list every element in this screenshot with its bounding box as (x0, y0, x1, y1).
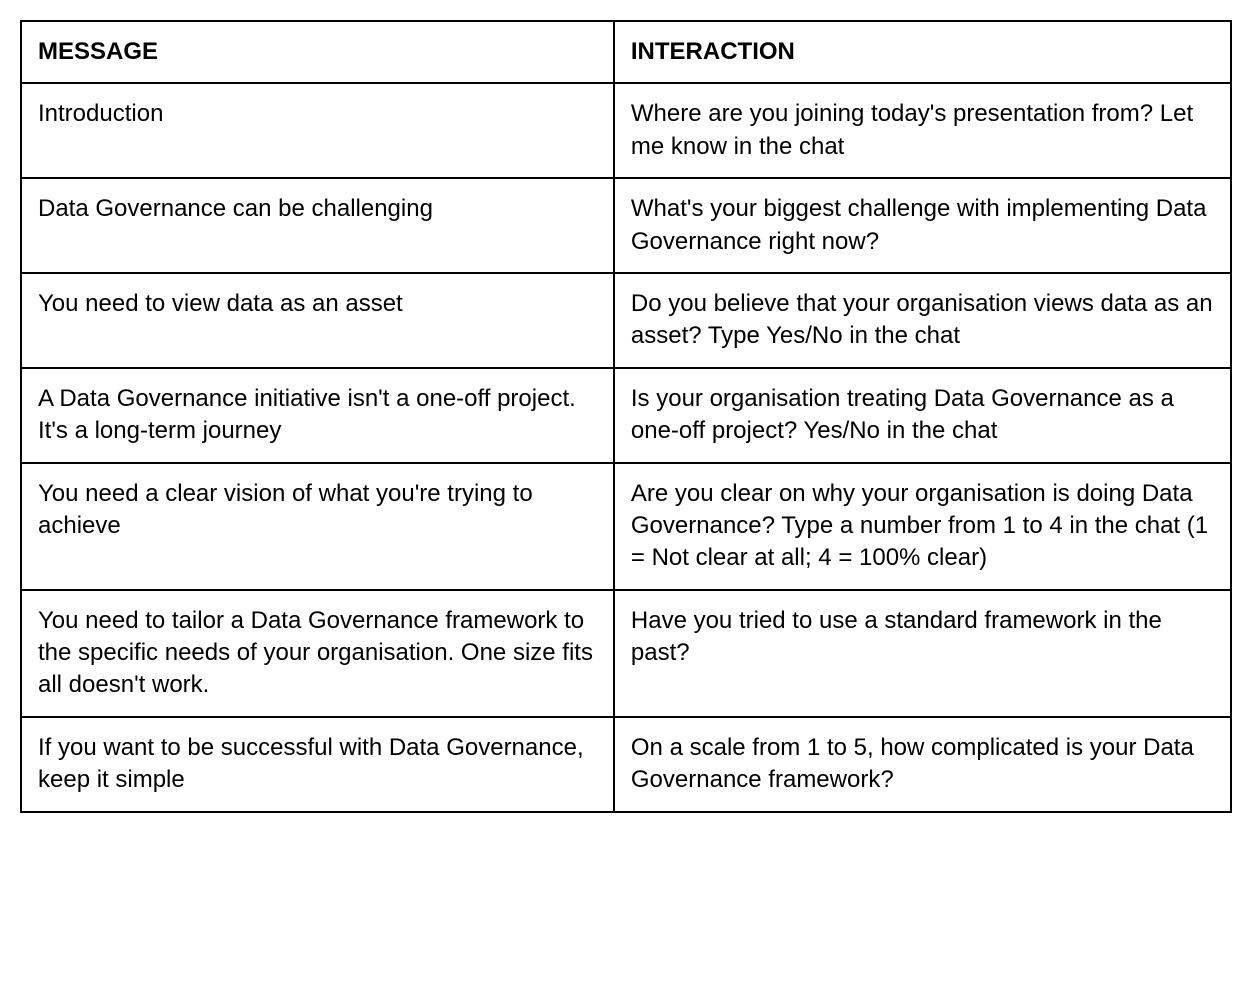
table-row: You need to tailor a Data Governance fra… (21, 590, 1231, 717)
table-row: A Data Governance initiative isn't a one… (21, 368, 1231, 463)
header-message: MESSAGE (21, 21, 614, 83)
cell-message: Data Governance can be challenging (21, 178, 614, 273)
table-row: Introduction Where are you joining today… (21, 83, 1231, 178)
cell-interaction: What's your biggest challenge with imple… (614, 178, 1231, 273)
cell-interaction: On a scale from 1 to 5, how complicated … (614, 717, 1231, 812)
cell-interaction: Do you believe that your organisation vi… (614, 273, 1231, 368)
cell-message: You need to view data as an asset (21, 273, 614, 368)
cell-interaction: Have you tried to use a standard framewo… (614, 590, 1231, 717)
table-row: Data Governance can be challenging What'… (21, 178, 1231, 273)
table-row: You need a clear vision of what you're t… (21, 463, 1231, 590)
cell-message: Introduction (21, 83, 614, 178)
cell-interaction: Are you clear on why your organisation i… (614, 463, 1231, 590)
cell-message: A Data Governance initiative isn't a one… (21, 368, 614, 463)
header-interaction: INTERACTION (614, 21, 1231, 83)
message-interaction-table: MESSAGE INTERACTION Introduction Where a… (20, 20, 1232, 813)
cell-message: If you want to be successful with Data G… (21, 717, 614, 812)
table-row: You need to view data as an asset Do you… (21, 273, 1231, 368)
cell-interaction: Is your organisation treating Data Gover… (614, 368, 1231, 463)
table-row: If you want to be successful with Data G… (21, 717, 1231, 812)
cell-message: You need a clear vision of what you're t… (21, 463, 614, 590)
cell-interaction: Where are you joining today's presentati… (614, 83, 1231, 178)
cell-message: You need to tailor a Data Governance fra… (21, 590, 614, 717)
table-header-row: MESSAGE INTERACTION (21, 21, 1231, 83)
